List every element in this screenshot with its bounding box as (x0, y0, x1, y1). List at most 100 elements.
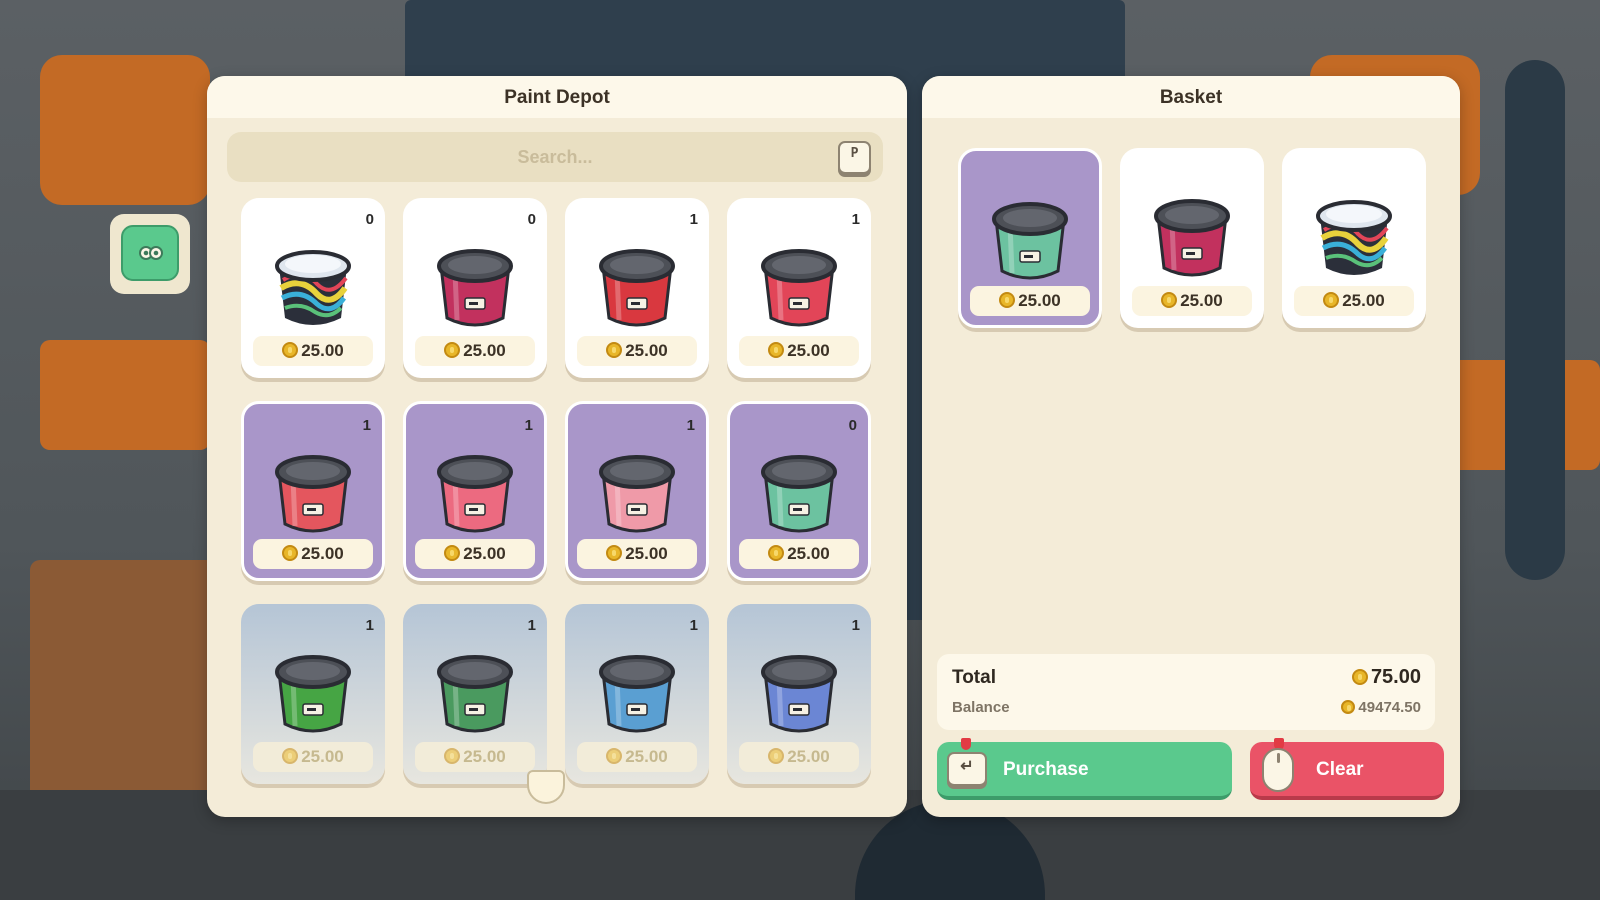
owned-count: 0 (848, 417, 857, 434)
paint-bucket-icon (1154, 199, 1230, 277)
basket-item-card[interactable]: 25.00 (1120, 148, 1264, 328)
enter-key-icon: ↵ (947, 752, 987, 786)
price-tag: 25.00 (739, 742, 859, 772)
depot-item-card[interactable]: 0 25.00 (727, 401, 871, 581)
basket-item-card[interactable]: 25.00 (1282, 148, 1426, 328)
price-tag: 25.00 (970, 286, 1090, 316)
purchase-button[interactable]: ↵ Purchase (937, 738, 1232, 800)
coin-icon (999, 292, 1016, 308)
owned-count: 1 (362, 417, 371, 434)
owned-count: 1 (851, 211, 860, 228)
price-tag: 25.00 (415, 539, 535, 569)
clear-button[interactable]: Clear (1250, 738, 1444, 800)
price-tag: 25.00 (415, 742, 535, 772)
depot-item-card[interactable]: 1 25.00 (403, 604, 547, 784)
search-placeholder: Search... (517, 147, 593, 167)
balance-label: Balance (952, 699, 1010, 716)
paint-bucket-icon (275, 250, 351, 325)
price-tag: 25.00 (253, 742, 373, 772)
depot-item-card[interactable]: 0 25.00 (241, 198, 385, 378)
paint-bucket-icon (599, 249, 675, 327)
owned-count: 1 (689, 617, 698, 634)
owned-count: 1 (686, 417, 695, 434)
pin-icon (961, 738, 971, 750)
scroll-down-indicator[interactable] (527, 770, 565, 804)
price-tag: 25.00 (1132, 286, 1252, 316)
price-value: 25.00 (301, 341, 344, 360)
depot-item-card[interactable]: 1 25.00 (241, 401, 385, 581)
paint-bucket-icon (599, 455, 675, 533)
coin-icon (444, 748, 461, 764)
price-value: 25.00 (625, 341, 668, 360)
owned-count: 1 (527, 617, 536, 634)
paint-bucket-icon (437, 455, 513, 533)
coin-icon (282, 748, 299, 764)
paint-bucket-icon (1316, 200, 1392, 275)
price-tag: 25.00 (253, 336, 373, 366)
coin-icon (1351, 669, 1368, 685)
depot-item-card[interactable]: 0 25.00 (403, 198, 547, 378)
owned-count: 0 (365, 211, 374, 228)
depot-item-card[interactable]: 1 25.00 (565, 401, 709, 581)
coin-icon (282, 342, 299, 358)
total-value: 75.00 (1351, 666, 1421, 689)
depot-item-card[interactable]: 1 25.00 (727, 198, 871, 378)
paint-bucket-icon (761, 655, 837, 733)
price-value: 25.00 (787, 747, 830, 766)
depot-item-card[interactable]: 1 25.00 (565, 604, 709, 784)
totals-box: Total 75.00 Balance 49474.50 (937, 654, 1435, 730)
balance-value: 49474.50 (1341, 699, 1421, 716)
depot-title: Paint Depot (207, 76, 907, 118)
link-toggle-button[interactable] (110, 214, 190, 294)
coin-icon (606, 545, 623, 561)
price-tag: 25.00 (739, 336, 859, 366)
paint-bucket-icon (275, 655, 351, 733)
coin-icon (768, 545, 785, 561)
price-value: 25.00 (787, 341, 830, 360)
paint-bucket-icon (599, 655, 675, 733)
coin-icon (1323, 292, 1340, 308)
price-value: 25.00 (301, 747, 344, 766)
coin-icon (444, 342, 461, 358)
owned-count: 1 (365, 617, 374, 634)
price-value: 25.00 (787, 544, 830, 563)
total-label: Total (952, 667, 996, 688)
coin-icon (1161, 292, 1178, 308)
price-tag: 25.00 (739, 539, 859, 569)
price-value: 25.00 (625, 747, 668, 766)
search-input[interactable]: Search... P (227, 132, 883, 182)
price-tag: 25.00 (253, 539, 373, 569)
paint-bucket-icon (761, 249, 837, 327)
coin-icon (606, 342, 623, 358)
clear-label: Clear (1316, 759, 1364, 780)
coin-icon (1341, 700, 1356, 714)
price-tag: 25.00 (577, 742, 697, 772)
link-icon (139, 246, 163, 260)
coin-icon (768, 748, 785, 764)
basket-item-card[interactable]: 25.00 (958, 148, 1102, 328)
price-value: 25.00 (625, 544, 668, 563)
price-tag: 25.00 (415, 336, 535, 366)
coin-icon (768, 342, 785, 358)
basket-title: Basket (922, 76, 1460, 118)
mouse-icon (1262, 748, 1294, 792)
paint-bucket-icon (992, 202, 1068, 280)
price-value: 25.00 (463, 544, 506, 563)
paint-bucket-icon (437, 655, 513, 733)
coin-icon (444, 545, 461, 561)
price-value: 25.00 (463, 341, 506, 360)
depot-item-card[interactable]: 1 25.00 (565, 198, 709, 378)
depot-item-card[interactable]: 1 25.00 (727, 604, 871, 784)
price-value: 25.00 (463, 747, 506, 766)
search-hotkey-badge: P (838, 141, 871, 174)
price-tag: 25.00 (577, 539, 697, 569)
depot-item-card[interactable]: 1 25.00 (403, 401, 547, 581)
owned-count: 1 (851, 617, 860, 634)
depot-item-card[interactable]: 1 25.00 (241, 604, 385, 784)
paint-bucket-icon (275, 455, 351, 533)
owned-count: 0 (527, 211, 536, 228)
owned-count: 1 (689, 211, 698, 228)
price-tag: 25.00 (577, 336, 697, 366)
owned-count: 1 (524, 417, 533, 434)
paint-depot-panel: Paint Depot Search... P 0 25.00 0 25.00 1 … (207, 76, 907, 817)
